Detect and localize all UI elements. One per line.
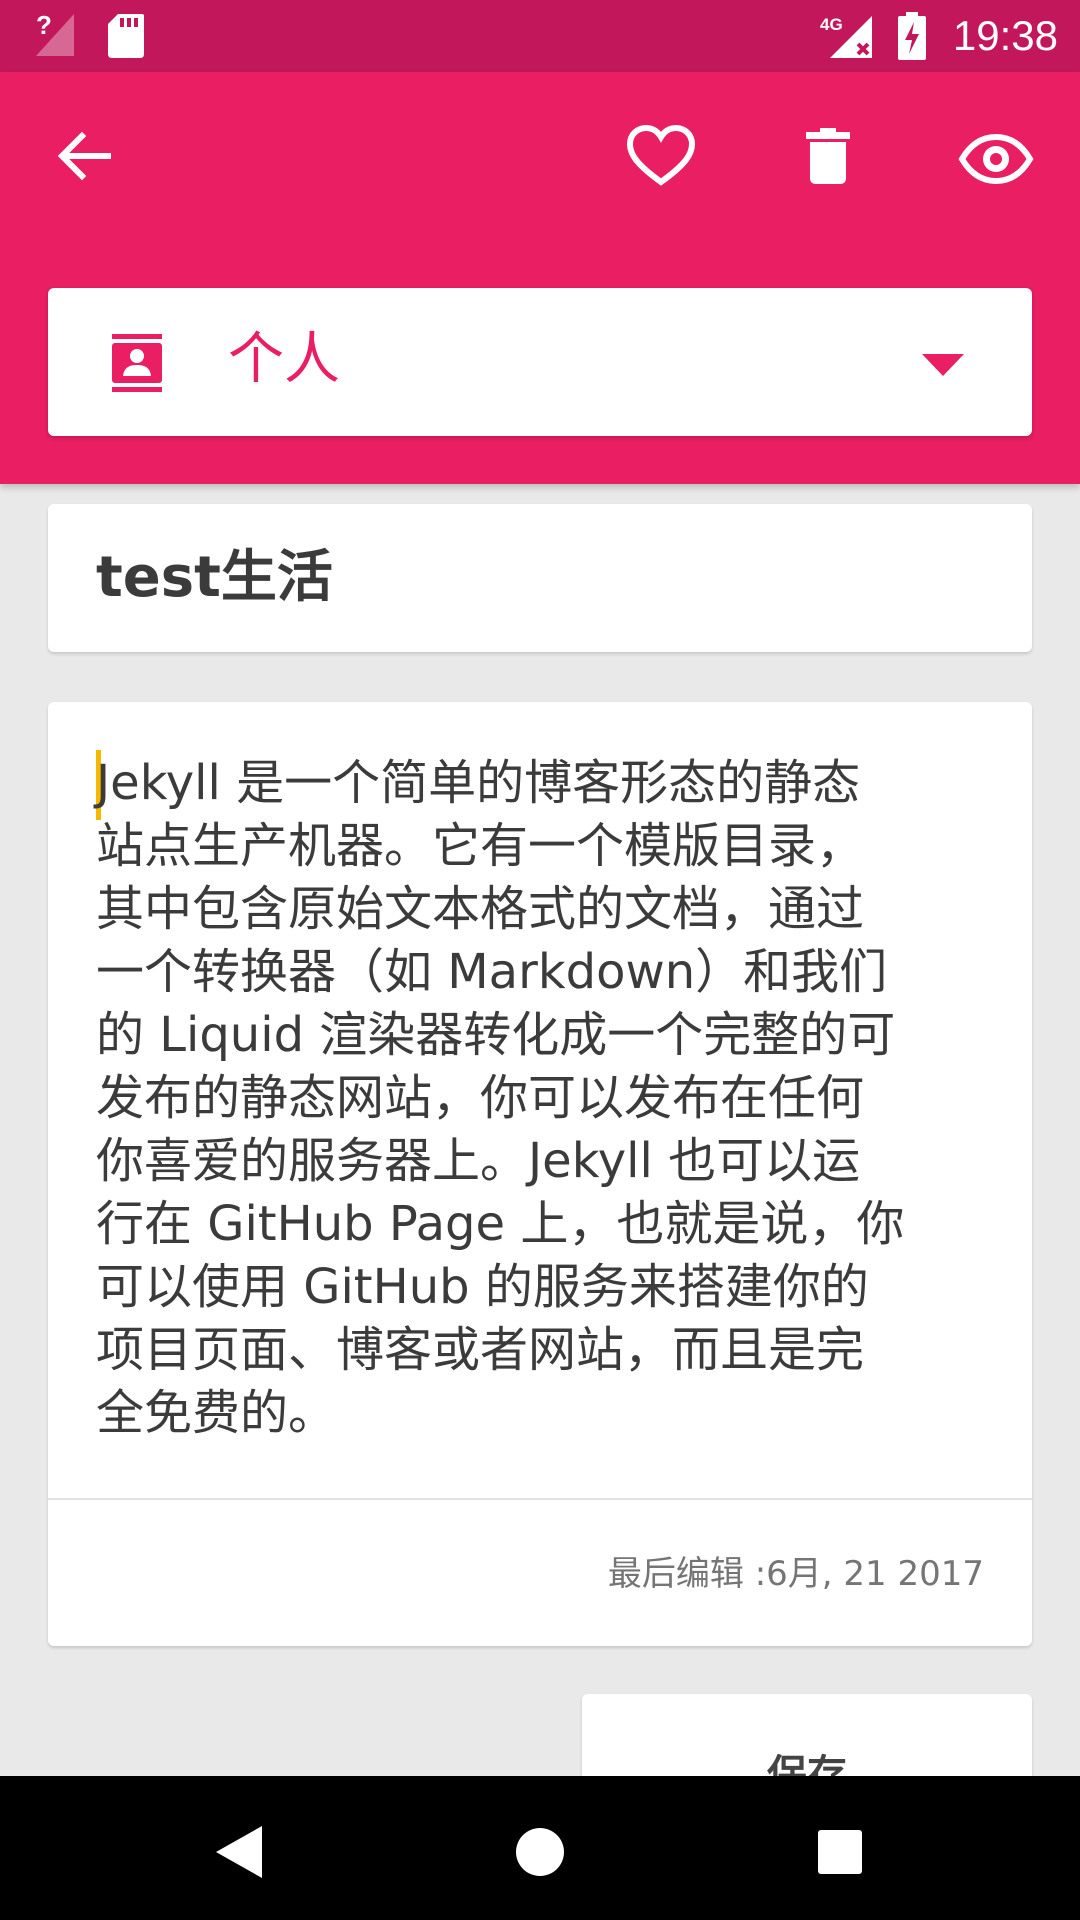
nav-recents-icon[interactable]: [818, 1830, 862, 1878]
eye-icon[interactable]: [958, 133, 1034, 188]
divider: [48, 1498, 1032, 1500]
signal-unknown-icon: ?: [34, 10, 78, 62]
category-selector[interactable]: 个人: [48, 288, 1032, 436]
svg-text:?: ?: [36, 12, 52, 40]
nav-back-icon[interactable]: [216, 1826, 262, 1882]
system-nav-bar: [0, 1776, 1080, 1920]
trash-icon[interactable]: [806, 128, 850, 188]
app-toolbar: 个人: [0, 72, 1080, 484]
note-title: test生活: [96, 545, 333, 610]
svg-text:4G: 4G: [820, 15, 843, 34]
clock: 19:38: [952, 12, 1058, 59]
status-bar: ? 4G 19:38: [0, 0, 1080, 72]
heart-outline-icon[interactable]: [626, 124, 696, 192]
category-label: 个人: [228, 327, 340, 392]
back-arrow-icon[interactable]: [56, 128, 112, 188]
note-body-card: Jekyll 是一个简单的博客形态的静态 站点生产机器。它有一个模版目录， 其中…: [48, 702, 1032, 1646]
dropdown-arrow-icon: [922, 354, 964, 380]
battery-charging-icon: [898, 12, 926, 64]
nav-home-icon[interactable]: [516, 1828, 564, 1880]
last-edited-timestamp: 最后编辑 :6月, 21 2017: [607, 1554, 984, 1594]
note-title-field[interactable]: test生活: [48, 504, 1032, 652]
note-body-field[interactable]: Jekyll 是一个简单的博客形态的静态 站点生产机器。它有一个模版目录， 其中…: [96, 752, 976, 1445]
4g-no-signal-icon: 4G: [820, 12, 876, 64]
sd-card-icon: [108, 14, 144, 62]
contact-card-icon: [112, 334, 162, 396]
